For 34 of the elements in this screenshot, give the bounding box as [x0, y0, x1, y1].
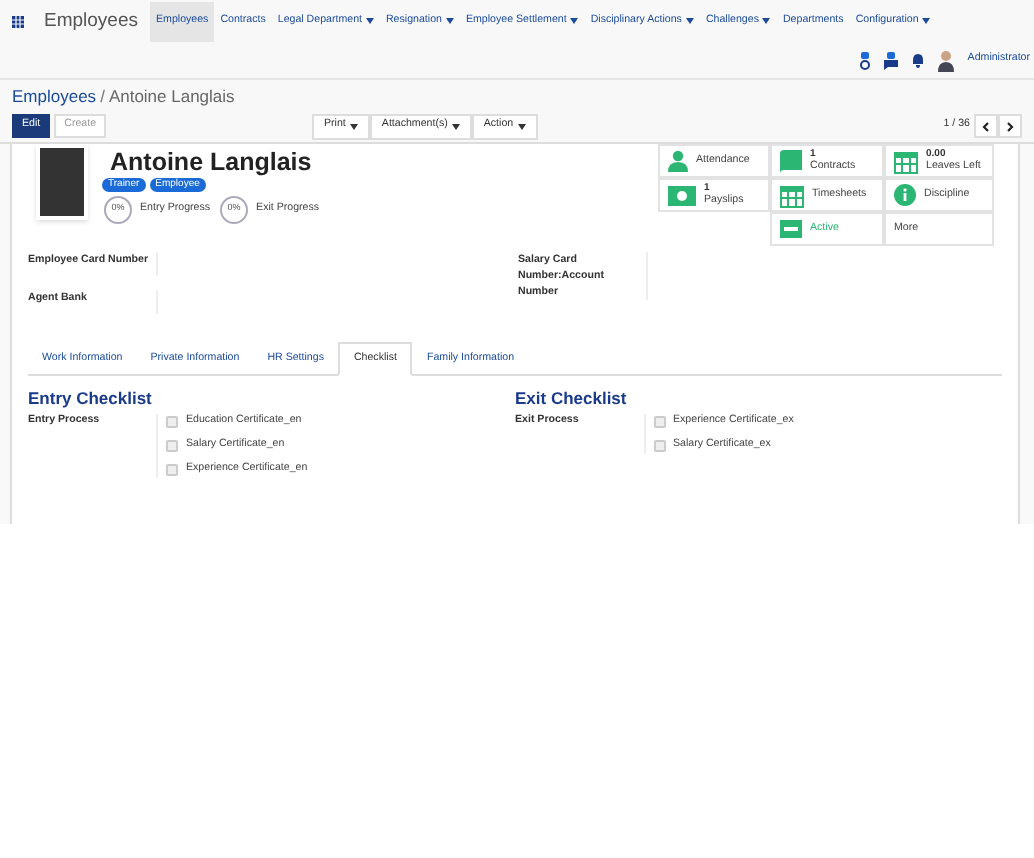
section-title: Entry Checklist [28, 388, 154, 408]
breadcrumb-current: Antoine Langlais [108, 83, 235, 109]
calendar-icon [780, 183, 804, 207]
bell-icon[interactable] [911, 53, 924, 68]
caret-icon [685, 18, 694, 25]
checkbox[interactable] [653, 415, 665, 428]
app-title: Employees [44, 7, 138, 36]
caret-icon [445, 18, 454, 25]
apps-menu-icon[interactable] [12, 15, 24, 28]
money-icon [668, 185, 696, 205]
chevron-left-icon [982, 121, 990, 131]
caret-icon [349, 123, 358, 129]
info-icon [894, 184, 916, 206]
chevron-right-icon [1006, 121, 1014, 131]
breadcrumb-separator: / [100, 83, 105, 109]
chat-icon[interactable] [883, 51, 898, 70]
caret-icon [922, 18, 931, 25]
user-silhouette-icon[interactable] [937, 49, 954, 72]
breadcrumb-link[interactable]: Employees [12, 83, 97, 109]
caret-icon [762, 18, 771, 25]
checkbox[interactable] [166, 439, 178, 452]
person-icon [668, 150, 688, 172]
checkbox[interactable] [653, 439, 665, 452]
employee-name: Antoine Langlais [110, 146, 314, 178]
next-button[interactable] [998, 114, 1022, 138]
caret-icon [365, 18, 374, 25]
checkbox[interactable] [166, 415, 178, 428]
previous-button[interactable] [974, 114, 998, 138]
calendar-icon [894, 149, 918, 173]
caret-icon [451, 123, 460, 129]
caret-icon [517, 123, 526, 129]
section-title: Exit Checklist [515, 388, 629, 408]
checkbox[interactable] [166, 463, 178, 476]
caret-icon [570, 18, 579, 25]
